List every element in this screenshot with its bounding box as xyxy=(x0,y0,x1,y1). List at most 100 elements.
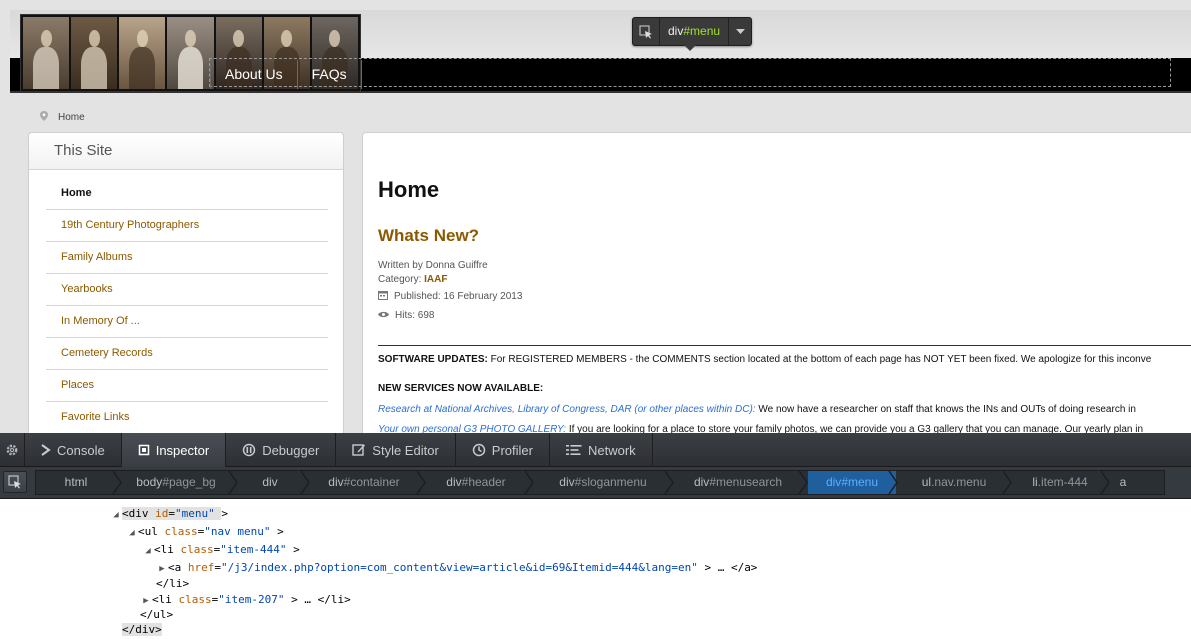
markup-node-div-menu[interactable]: ◢ <div id="menu" > xyxy=(110,506,228,522)
debugger-icon xyxy=(242,443,256,457)
sidebar-item-places[interactable]: Places xyxy=(46,370,328,402)
calendar-icon xyxy=(378,290,388,303)
inspector-icon xyxy=(138,444,150,456)
article-category: Category: IAAF xyxy=(378,274,447,285)
article-published: Published: 16 February 2013 xyxy=(378,290,522,303)
breadcrumb-node[interactable]: div#sloganmenu xyxy=(534,471,672,494)
sidebar-item-favorite-links[interactable]: Favorite Links xyxy=(46,402,328,433)
sidebar-this-site: This Site Home 19th Century Photographer… xyxy=(28,132,344,433)
expand-triangle-icon[interactable]: ▶ xyxy=(156,561,168,577)
breadcrumb-node[interactable]: div#header xyxy=(426,471,526,494)
tab-profiler-label: Profiler xyxy=(491,442,533,458)
profiler-icon xyxy=(472,443,486,457)
markup-attr-value: "/j3/index.php?option=com_content&view=a… xyxy=(221,561,698,574)
hits-count: Hits: 698 xyxy=(395,310,435,321)
research-link[interactable]: Research at National Archives, Library o… xyxy=(378,404,756,415)
devtools-tabbar: Console Inspector Debugger Style Editor … xyxy=(0,433,1191,467)
highlighter-arrow xyxy=(683,44,697,51)
markup-tag-end: > xyxy=(277,525,284,538)
research-text: We now have a researcher on staff that k… xyxy=(755,404,1136,415)
node-picker-icon[interactable] xyxy=(633,18,660,45)
tab-profiler[interactable]: Profiler xyxy=(456,433,550,467)
breadcrumb-tag: body xyxy=(136,475,163,489)
breadcrumb-node[interactable]: a xyxy=(1110,471,1136,494)
breadcrumb-node-selected[interactable]: div#menu xyxy=(808,471,896,494)
tab-console[interactable]: Console xyxy=(25,433,122,467)
vintage-photo xyxy=(71,17,118,89)
breadcrumb-node[interactable]: ul.nav.menu xyxy=(898,471,1010,494)
breadcrumb-node[interactable]: html xyxy=(36,471,116,494)
breadcrumb-separator xyxy=(888,471,898,494)
element-picker-icon[interactable] xyxy=(3,471,27,493)
breadcrumb-separator xyxy=(228,471,238,494)
markup-attr-value: "nav menu" xyxy=(204,525,271,538)
gallery-text: If you are looking for a place to store … xyxy=(566,424,1144,433)
gallery-paragraph: Your own personal G3 PHOTO GALLERY: If y… xyxy=(378,424,1143,433)
markup-attr-name: href xyxy=(187,561,215,574)
breadcrumb-tag: div xyxy=(446,475,462,489)
markup-tag-end: > xyxy=(221,507,228,520)
collapse-triangle-icon[interactable]: ◢ xyxy=(110,507,122,523)
markup-node-li-444[interactable]: ◢ <li class="item-444" > xyxy=(142,542,300,559)
tab-network[interactable]: Network xyxy=(550,433,653,467)
breadcrumb-id: #page_bg xyxy=(162,475,216,489)
markup-node-ul[interactable]: ◢ <ul class="nav menu" > xyxy=(126,524,284,541)
highlighter-tag: div xyxy=(668,24,684,38)
vintage-photo xyxy=(119,17,166,89)
category-link[interactable]: IAAF xyxy=(424,274,447,285)
breadcrumb-tag: div xyxy=(825,475,842,489)
article-title[interactable]: Whats New? xyxy=(378,226,479,246)
markup-attr-value: "item-444" xyxy=(220,543,287,556)
breadcrumb-node[interactable]: body#page_bg xyxy=(122,471,230,494)
tab-inspector-label: Inspector xyxy=(155,442,210,458)
nav-item-faqs[interactable]: FAQs xyxy=(296,60,362,89)
new-services-heading: NEW SERVICES NOW AVAILABLE: xyxy=(378,383,544,394)
breadcrumb-node[interactable]: li.item-444 xyxy=(1012,471,1108,494)
sidebar-item-family-albums[interactable]: Family Albums xyxy=(46,242,328,274)
markup-attr-name: class xyxy=(180,543,214,556)
gallery-link[interactable]: Your own personal G3 PHOTO GALLERY: xyxy=(378,424,566,433)
collapse-triangle-icon[interactable]: ◢ xyxy=(126,525,138,541)
markup-node-li-207[interactable]: ▶ <li class="item-207" > … </li> xyxy=(140,592,350,608)
markup-view: ◢ <div id="menu" > ◢ <ul class="nav menu" … xyxy=(0,499,1191,639)
sidebar-item-in-memory-of[interactable]: In Memory Of ... xyxy=(46,306,328,338)
eye-icon xyxy=(378,310,389,321)
article-hits: Hits: 698 xyxy=(378,310,434,321)
location-pin-icon xyxy=(40,111,48,124)
tab-debugger-label: Debugger xyxy=(262,442,320,458)
sidebar-item-home[interactable]: Home xyxy=(46,178,328,210)
breadcrumb-tag: div xyxy=(328,475,344,489)
tab-inspector[interactable]: Inspector xyxy=(121,433,227,467)
collapse-triangle-icon[interactable]: ◢ xyxy=(142,543,154,559)
sidebar-title: This Site xyxy=(29,133,343,170)
breadcrumb: Home xyxy=(40,111,85,124)
page-viewport: About Us FAQs div#menu Home This Site Ho… xyxy=(0,0,1191,433)
tab-debugger[interactable]: Debugger xyxy=(226,433,337,467)
markup-tag-end: > xyxy=(293,543,300,556)
gear-icon[interactable] xyxy=(0,433,25,467)
markup-close-div: </div> xyxy=(122,622,162,638)
breadcrumb-separator xyxy=(300,471,310,494)
chevron-down-icon[interactable] xyxy=(729,18,751,45)
sidebar-item-19th-century-photographers[interactable]: 19th Century Photographers xyxy=(46,210,328,242)
breadcrumb-separator xyxy=(524,471,534,494)
article-author: Written by Donna Guiffre xyxy=(378,260,488,271)
software-updates-text: For REGISTERED MEMBERS - the COMMENTS se… xyxy=(487,354,1152,365)
breadcrumb-node[interactable]: div#container xyxy=(310,471,418,494)
markup-node-a[interactable]: ▶ <a href="/j3/index.php?option=com_conte… xyxy=(156,560,757,576)
sidebar-item-yearbooks[interactable]: Yearbooks xyxy=(46,274,328,306)
breadcrumb-id: #menu xyxy=(841,475,879,489)
breadcrumb-tag: ul xyxy=(921,475,932,489)
network-icon xyxy=(565,444,582,456)
breadcrumb-id: .nav.menu xyxy=(931,475,987,489)
tab-style-editor[interactable]: Style Editor xyxy=(336,433,456,467)
breadcrumb-node[interactable]: div#menusearch xyxy=(674,471,802,494)
breadcrumb-separator xyxy=(798,471,808,494)
breadcrumb-home[interactable]: Home xyxy=(58,112,85,123)
category-label: Category: xyxy=(378,274,425,285)
breadcrumb-node[interactable]: div xyxy=(238,471,302,494)
markup-tag: <div xyxy=(122,507,156,520)
nav-item-about-us[interactable]: About Us xyxy=(210,60,297,89)
style-editor-icon xyxy=(352,443,366,457)
sidebar-item-cemetery-records[interactable]: Cemetery Records xyxy=(46,338,328,370)
